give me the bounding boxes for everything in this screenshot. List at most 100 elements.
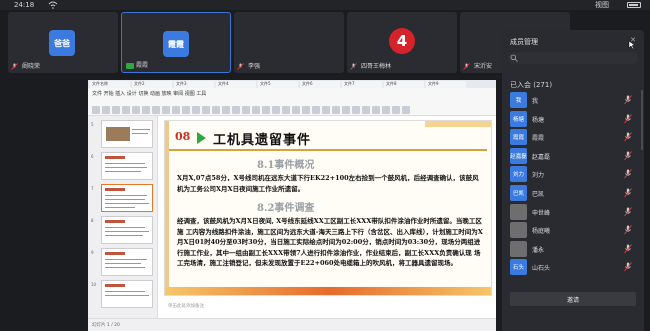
document-tabs: 文件名称 文件2 文件3 文件4 文件5 文件6 文件7 文件8 文件9	[88, 80, 496, 88]
avatar: 石头	[510, 259, 527, 276]
doc-tab[interactable]: 文件5	[258, 81, 298, 88]
cursor-icon	[628, 40, 636, 50]
joined-group-header[interactable]: 已入会 (271)	[510, 80, 552, 90]
member-panel: 成员管理 ✕ 已入会 (271) 我我杨塘 杨塘 霞霞 霞霞 赵嘉磊 赵嘉磊 刘力 刘力 巴凯巴…	[502, 30, 644, 331]
section-heading: 8.1事件概况	[257, 160, 315, 171]
slide-notes[interactable]: 单击此处添加备注	[164, 300, 492, 312]
mic-muted-icon[interactable]	[624, 225, 632, 235]
member-name: 刘力	[532, 172, 545, 180]
slide-thumbnail[interactable]	[101, 280, 153, 308]
member-name: 杨塘	[532, 116, 545, 124]
doc-tab[interactable]: 文件4	[216, 81, 256, 88]
mic-muted-icon[interactable]	[624, 113, 632, 124]
doc-tab[interactable]: 文件3	[174, 81, 214, 88]
slide-thumbnail[interactable]	[101, 152, 153, 180]
wifi-icon	[48, 1, 58, 9]
participant-name: 霞霞	[136, 62, 149, 69]
avatar: 巴凯	[510, 185, 527, 201]
member-row[interactable]: 潘永	[510, 240, 636, 257]
mic-muted-icon[interactable]	[624, 206, 632, 217]
editor-status-bar: 幻灯片 1 / 20	[88, 318, 496, 331]
video-tile[interactable]: 霞霞 霞霞	[121, 12, 231, 73]
member-name: 我	[532, 98, 539, 105]
mic-muted-icon	[350, 63, 357, 70]
participant-name: 阚晓荣	[22, 63, 41, 70]
avatar: 我	[510, 92, 527, 108]
mic-muted-icon	[11, 63, 18, 70]
member-row[interactable]: 杨塘 杨塘	[510, 110, 636, 127]
member-row[interactable]: 霞霞 霞霞	[510, 129, 636, 146]
mic-muted-icon[interactable]	[624, 188, 632, 198]
avatar	[510, 203, 527, 220]
avatar: 霞霞	[510, 129, 527, 146]
slide-thumbnails: 5 6 7 8 9 10	[88, 116, 158, 331]
doc-tab[interactable]: 文件7	[342, 81, 382, 88]
section-heading: 8.2事件调查	[257, 203, 315, 214]
member-name: 霞霞	[532, 135, 545, 143]
ribbon-toolbar: 文件 开始 插入 设计 切换 动画 放映 审阅 视图 工具	[88, 88, 496, 116]
member-name: 潘永	[532, 246, 545, 254]
slide-thumbnail-selected[interactable]	[101, 184, 153, 212]
invite-button[interactable]: 邀请	[510, 292, 636, 306]
doc-tab[interactable]: 文件名称	[90, 81, 130, 88]
doc-tab[interactable]: 文件6	[300, 81, 340, 88]
participant-name: 李强	[248, 63, 261, 70]
mic-muted-icon[interactable]	[624, 151, 632, 161]
screen-share-icon	[126, 63, 134, 69]
panel-title: 成员管理	[510, 38, 538, 46]
video-tile[interactable]: 爸爸 阚晓荣	[8, 12, 118, 73]
battery-icon	[627, 2, 641, 8]
member-row[interactable]: 巴凯 巴凯	[510, 185, 636, 201]
avatar: 赵嘉磊	[510, 147, 527, 164]
slide-thumbnail[interactable]	[101, 248, 153, 276]
view-menu[interactable]: 视图	[595, 0, 609, 10]
paragraph: 经调查，该鼓风机为X月X日夜间, X号线东延线XX工区副工长XXX带队扣件涂油作…	[177, 217, 483, 267]
video-tile[interactable]: 4 四哥王梅林	[347, 12, 457, 73]
play-arrow-icon	[197, 132, 206, 144]
doc-tab[interactable]: 文件9	[426, 81, 466, 88]
member-name: 山石头	[532, 265, 551, 273]
avatar: 爸爸	[49, 30, 75, 56]
shared-screen: 文件名称 文件2 文件3 文件4 文件5 文件6 文件7 文件8 文件9 文件 …	[88, 80, 496, 331]
logo-avatar: 4	[389, 28, 415, 54]
doc-tab[interactable]: 文件2	[132, 81, 172, 88]
ribbon-menu[interactable]: 文件 开始 插入 设计 切换 动画 放映 审阅 视图 工具	[92, 90, 206, 97]
avatar	[510, 240, 527, 257]
mic-muted-icon	[237, 63, 244, 70]
member-name: 巴凯	[532, 191, 545, 198]
slide-title: 工机具遗留事件	[213, 133, 312, 148]
clock: 24:18	[14, 1, 35, 9]
avatar	[510, 222, 527, 239]
member-name: 杨庭曦	[532, 228, 551, 236]
mic-muted-icon[interactable]	[624, 132, 632, 142]
doc-tab[interactable]: 文件8	[384, 81, 424, 88]
member-row[interactable]: 我我	[510, 92, 636, 108]
mic-muted-icon	[463, 63, 470, 70]
video-tile[interactable]: 李强	[234, 12, 344, 73]
slide-thumbnail[interactable]	[101, 120, 153, 148]
member-name: 赵嘉磊	[532, 153, 551, 161]
scrollbar[interactable]	[641, 90, 643, 150]
slide-number: 08	[175, 130, 191, 143]
mic-muted-icon[interactable]	[624, 244, 632, 254]
ribbon-tools[interactable]	[92, 99, 492, 114]
mic-muted-icon[interactable]	[624, 262, 632, 272]
member-name: 申世峰	[532, 209, 551, 217]
search-icon	[510, 54, 518, 62]
avatar: 刘力	[510, 166, 527, 183]
mic-muted-icon[interactable]	[624, 169, 632, 179]
member-row[interactable]: 杨庭曦	[510, 222, 636, 239]
avatar: 霞霞	[163, 31, 189, 57]
member-search-input[interactable]	[508, 52, 638, 64]
slide-canvas[interactable]: 08 工机具遗留事件 8.1事件概况 X月X,07点58分，X号线司机在远东大道…	[164, 120, 492, 296]
paragraph: X月X,07点58分，X号线司机在远东大道下行EK22+100左右捡到一个鼓风机…	[177, 174, 479, 193]
member-row[interactable]: 刘力 刘力	[510, 166, 636, 183]
participant-name: 宋沂安	[474, 63, 493, 70]
participant-name: 四哥王梅林	[361, 63, 392, 70]
slide-thumbnail[interactable]	[101, 216, 153, 244]
member-row[interactable]: 石头 山石头	[510, 259, 636, 276]
mic-muted-icon[interactable]	[624, 95, 632, 105]
member-row[interactable]: 申世峰	[510, 203, 636, 220]
member-row[interactable]: 赵嘉磊 赵嘉磊	[510, 147, 636, 164]
status-bar: 24:18 视图	[0, 0, 650, 10]
